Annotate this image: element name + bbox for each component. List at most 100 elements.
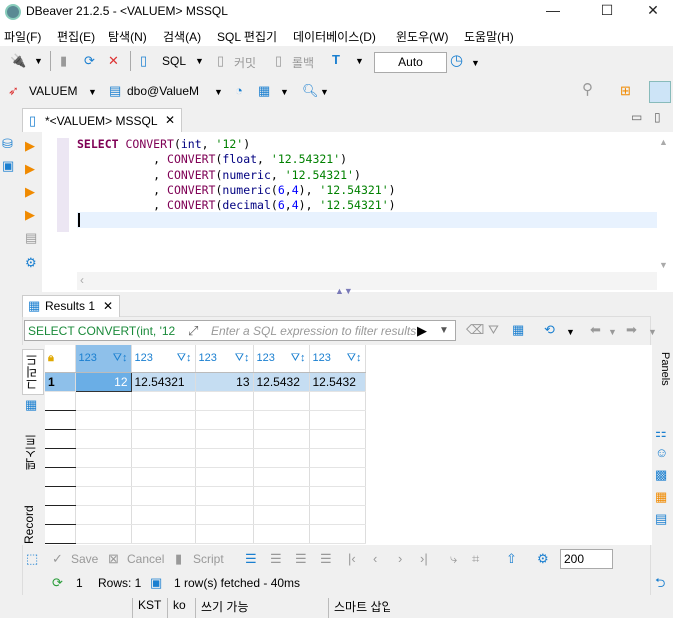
table-cell[interactable]: 12 — [74, 371, 132, 392]
fetch-next-icon[interactable]: ⤷ — [450, 551, 457, 567]
refresh-icon[interactable]: ⟲ — [544, 322, 555, 338]
tools-icon[interactable]: ▦ — [258, 83, 270, 99]
chevron-down-icon[interactable]: ▼ — [648, 324, 657, 340]
filter-sort-icon[interactable]: ⛛↕ — [291, 352, 306, 365]
close-tab-icon[interactable]: ✕ — [165, 113, 175, 127]
layout-toggle-icon[interactable]: ⮌ — [655, 575, 665, 591]
panel-icon[interactable]: ☺ — [655, 445, 668, 461]
execute-new-tab-icon[interactable]: ▶ — [25, 161, 35, 177]
cancel-button[interactable]: Cancel — [127, 552, 164, 566]
search-icon[interactable]: 🔍︎ — [302, 83, 319, 99]
explain-plan-icon[interactable]: ▤ — [25, 230, 37, 246]
menu-database[interactable]: 데이터베이스(D) — [293, 28, 376, 45]
menu-help[interactable]: 도움말(H) — [464, 28, 514, 45]
chevron-down-icon[interactable]: ▼ — [214, 84, 223, 100]
disconnect-all-icon[interactable]: ✕ — [108, 53, 119, 69]
new-connection-icon[interactable]: 🔌 — [10, 53, 26, 69]
table-cell[interactable]: 12.5432 — [253, 372, 310, 392]
panel-icon[interactable]: ▤ — [655, 511, 667, 527]
maximize-button[interactable]: ☐ — [592, 2, 622, 22]
menu-window[interactable]: 윈도우(W) — [396, 28, 448, 45]
sql-editor[interactable]: ▶ ▶ ▶ ▶ ▤ ⚙ SELECT CONVERT(int, '12') , … — [22, 132, 673, 296]
scroll-up-icon[interactable]: ▲ — [659, 137, 668, 147]
edit-cell-icon[interactable]: ☰ — [245, 551, 257, 567]
table-cell[interactable]: 13 — [195, 372, 254, 392]
commit-button[interactable]: 커밋 — [234, 54, 256, 71]
fetch-all-icon[interactable]: ⌗ — [472, 551, 479, 567]
execute-script-new-tab-icon[interactable]: ▶ — [25, 207, 35, 223]
column-header[interactable]: 123 ⛛↕ — [195, 345, 254, 373]
next-page-icon[interactable]: › — [398, 551, 402, 567]
transaction-mode-field[interactable]: Auto — [374, 52, 447, 73]
menu-file[interactable]: 파일(F) — [4, 28, 41, 45]
transaction-log-icon[interactable]: ◷ — [450, 53, 463, 69]
apply-filter-icon[interactable]: ▶ — [417, 323, 427, 339]
horizontal-scrollbar[interactable]: ‹ — [77, 272, 657, 290]
global-search-icon[interactable]: ⚲ — [582, 82, 593, 98]
project-icon[interactable]: ▣ — [2, 158, 14, 174]
panel-icon[interactable]: ⚏ — [655, 425, 667, 441]
chevron-down-icon[interactable]: ▼ — [195, 53, 204, 69]
copy-row-icon[interactable]: ☰ — [295, 551, 307, 567]
refresh-icon[interactable]: ⟳ — [52, 575, 63, 591]
menu-navigate[interactable]: 탐색(N) — [108, 28, 147, 45]
previous-page-icon[interactable]: ‹ — [373, 551, 377, 567]
results-tab[interactable]: ▦ Results 1 ✕ — [22, 295, 120, 317]
menu-edit[interactable]: 편집(E) — [57, 28, 95, 45]
column-header[interactable]: 123 ⛛↕ — [309, 345, 366, 373]
panels-toggle[interactable]: Panels — [653, 352, 671, 412]
database-navigator-icon[interactable]: ⛁ — [2, 136, 13, 152]
text-view-tab[interactable]: 텍스트 — [22, 427, 44, 477]
editor-tab[interactable]: ▯ *<VALUEM> MSSQL ✕ — [22, 108, 182, 133]
filter-input[interactable]: Enter a SQL expression to filter results — [211, 324, 416, 338]
filter-history-dropdown[interactable]: ▼ — [439, 323, 449, 339]
dbeaver-perspective-button[interactable] — [649, 81, 671, 103]
sql-code[interactable]: SELECT CONVERT(int, '12') , CONVERT(floa… — [77, 137, 396, 213]
data-save-icon[interactable]: ▦ — [512, 322, 524, 338]
delete-row-icon[interactable]: ☰ — [320, 551, 332, 567]
results-grid[interactable]: 🔒︎ 123 ⛛↕ 123 ⛛↕ 123 ⛛↕ 123 ⛛↕ 123 ⛛↕ 1 12 12.54321 1… — [45, 345, 652, 545]
chevron-down-icon[interactable]: ▼ — [34, 53, 43, 69]
add-row-icon[interactable]: ☰ — [270, 551, 282, 567]
chevron-down-icon[interactable]: ▼ — [88, 84, 97, 100]
chevron-down-icon[interactable]: ▼ — [320, 84, 329, 100]
menu-sql-editor[interactable]: SQL 편집기 — [217, 28, 277, 45]
clear-filter-icon[interactable]: ⌫ — [466, 322, 484, 338]
chevron-down-icon[interactable]: ▼ — [280, 84, 289, 100]
menu-search[interactable]: 검색(A) — [163, 28, 201, 45]
column-header[interactable]: 123 ⛛↕ — [131, 345, 196, 373]
disconnect-icon[interactable]: ▮ — [60, 53, 67, 69]
filter-sort-icon[interactable]: ⛛↕ — [235, 352, 250, 365]
sash-arrows-icon[interactable]: ▲▼ — [335, 286, 353, 296]
column-header[interactable]: 123 ⛛↕ — [75, 345, 132, 373]
close-button[interactable]: ✕ — [638, 2, 668, 22]
rollback-button[interactable]: 롤백 — [292, 54, 314, 71]
fetch-size-input[interactable]: 200 — [560, 549, 613, 569]
export-icon[interactable]: ⇧ — [506, 551, 517, 567]
table-row[interactable]: 1 12 12.54321 13 12.5432 12.5432 — [45, 371, 366, 392]
row-number[interactable]: 1 — [45, 372, 76, 392]
first-page-icon[interactable]: |‹ — [348, 551, 356, 567]
maximize-view-icon[interactable]: ▯ — [654, 110, 661, 124]
minimize-button[interactable]: — — [538, 2, 568, 22]
script-button[interactable]: Script — [193, 552, 224, 566]
chevron-down-icon[interactable]: ▼ — [355, 53, 364, 69]
settings-icon[interactable]: ⚙ — [537, 551, 549, 567]
schema-selector[interactable]: dbo@ValueM — [127, 84, 199, 98]
chevron-down-icon[interactable]: ▼ — [566, 324, 575, 340]
grid-icon[interactable]: ▦ — [25, 397, 37, 413]
edit-icon[interactable]: ⬚ — [26, 551, 38, 567]
scroll-down-icon[interactable]: ▼ — [659, 260, 668, 270]
datasource-selector[interactable]: VALUEM — [29, 84, 77, 98]
minimize-view-icon[interactable]: ▭ — [631, 110, 642, 124]
reconnect-icon[interactable]: ⟳ — [84, 53, 95, 69]
chevron-down-icon[interactable]: ▼ — [471, 55, 480, 71]
dashboard-icon[interactable]: ◔ — [235, 83, 243, 99]
table-cell[interactable]: 12.54321 — [131, 372, 196, 392]
sql-editor-icon[interactable]: ▯ — [140, 53, 147, 69]
settings-icon[interactable]: ⚙ — [25, 255, 37, 271]
filter-sort-icon[interactable]: ⛛↕ — [113, 352, 128, 365]
last-page-icon[interactable]: ›| — [420, 551, 428, 567]
execute-statement-icon[interactable]: ▶ — [25, 138, 35, 154]
chevron-down-icon[interactable]: ▼ — [608, 324, 617, 340]
